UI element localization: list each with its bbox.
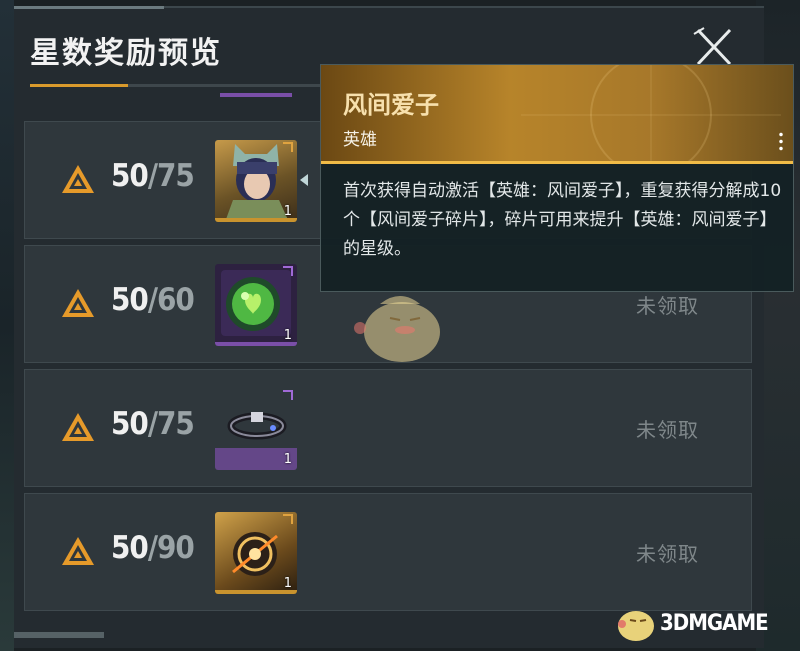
rarity-corner bbox=[283, 390, 293, 400]
panel-top-accent bbox=[14, 6, 164, 9]
progress-separator: / bbox=[147, 406, 158, 442]
reward-quantity: 1 bbox=[283, 328, 292, 343]
reward-row: 50/75 1 未领取 bbox=[24, 369, 752, 487]
claim-status[interactable]: 未领取 bbox=[636, 290, 699, 319]
more-options-icon[interactable] bbox=[779, 131, 783, 151]
tooltip-pointer bbox=[300, 174, 308, 186]
progress-current: 50 bbox=[111, 282, 149, 318]
progress-separator: / bbox=[147, 158, 158, 194]
progress-current: 50 bbox=[111, 406, 149, 442]
header-underline-active bbox=[30, 84, 128, 87]
progress-separator: / bbox=[147, 282, 158, 318]
progress-separator: / bbox=[147, 530, 158, 566]
progress-current: 50 bbox=[111, 530, 149, 566]
star-rank-icon bbox=[62, 413, 94, 441]
star-progress: 50/60 bbox=[111, 282, 195, 318]
watermark-text: 3DMGAME bbox=[660, 611, 769, 636]
rarity-corner bbox=[283, 266, 293, 276]
reward-quantity: 1 bbox=[283, 204, 292, 219]
row-partial-purple-bar bbox=[220, 93, 292, 97]
reward-quantity: 1 bbox=[283, 452, 292, 467]
mascot-watermark-icon bbox=[354, 296, 440, 362]
bottom-edge-strip bbox=[14, 632, 104, 638]
tooltip-item-name: 风间爱子 bbox=[343, 91, 439, 119]
progress-current: 50 bbox=[111, 158, 149, 194]
reward-item-orb[interactable]: 1 bbox=[215, 264, 297, 346]
star-rank-icon bbox=[62, 289, 94, 317]
tooltip-item-type: 英雄 bbox=[343, 130, 377, 150]
reward-row: 50/90 1 未领取 bbox=[24, 493, 752, 611]
site-watermark: 3DMGAME bbox=[612, 600, 792, 646]
rarity-corner bbox=[283, 514, 293, 524]
star-rank-icon bbox=[62, 165, 94, 193]
panel-title: 星数奖励预览 bbox=[30, 36, 222, 71]
reward-item-ring[interactable]: 1 bbox=[215, 388, 297, 470]
reward-item-crystal[interactable]: 1 bbox=[215, 512, 297, 594]
star-progress: 50/75 bbox=[111, 406, 195, 442]
progress-required: 75 bbox=[157, 158, 195, 194]
claim-status[interactable]: 未领取 bbox=[636, 414, 699, 443]
background-left-edge bbox=[0, 0, 14, 651]
star-progress: 50/75 bbox=[111, 158, 195, 194]
progress-required: 75 bbox=[157, 406, 195, 442]
tooltip-header: 风间爱子 英雄 bbox=[321, 65, 793, 164]
reward-item-hero[interactable]: 1 bbox=[215, 140, 297, 222]
star-progress: 50/90 bbox=[111, 530, 195, 566]
rarity-corner bbox=[283, 142, 293, 152]
tooltip-description: 首次获得自动激活【英雄：风间爱子】，重复获得分解成10个【风间爱子碎片】，碎片可… bbox=[343, 181, 782, 259]
reward-quantity: 1 bbox=[283, 576, 292, 591]
progress-required: 60 bbox=[157, 282, 195, 318]
progress-required: 90 bbox=[157, 530, 195, 566]
star-rank-icon bbox=[62, 537, 94, 565]
claim-status[interactable]: 未领取 bbox=[636, 538, 699, 567]
watermark-logo-icon bbox=[618, 611, 654, 641]
item-tooltip: 风间爱子 英雄 首次获得自动激活【英雄：风间爱子】，重复获得分解成10个【风间爱… bbox=[320, 64, 794, 292]
